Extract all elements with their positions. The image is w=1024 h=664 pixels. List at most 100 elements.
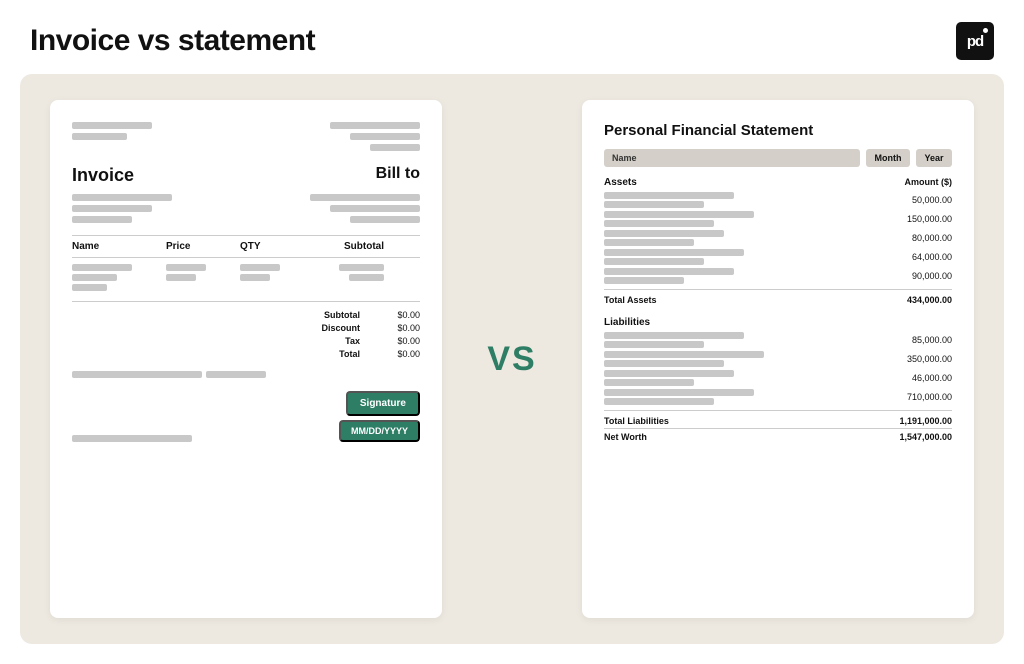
total-assets-row: Total Assets 434,000.00	[604, 289, 952, 305]
deco-line	[604, 249, 744, 256]
deco-line	[72, 122, 152, 129]
page-title: Invoice vs statement	[30, 24, 315, 58]
deco-line	[72, 274, 117, 281]
invoice-footer: Signature MM/DD/YYYY	[72, 371, 420, 442]
invoice-label: Invoice	[72, 165, 134, 186]
deco-line	[370, 144, 420, 151]
deco-line	[604, 230, 724, 237]
signature-area: Signature MM/DD/YYYY	[339, 387, 420, 442]
asset-row: 50,000.00	[604, 192, 952, 208]
deco-line	[349, 274, 384, 281]
table-row	[72, 264, 420, 291]
deco-line	[72, 205, 152, 212]
net-worth-row: Net Worth 1,547,000.00	[604, 428, 952, 442]
liability-row: 85,000.00	[604, 332, 952, 348]
total-label: Total	[310, 349, 360, 359]
asset-row: 150,000.00	[604, 211, 952, 227]
deco-line	[166, 264, 206, 271]
deco-line	[350, 216, 420, 223]
statement-header-row: Name Month Year	[604, 149, 952, 167]
deco-line	[604, 239, 694, 246]
subtotal-row: Subtotal $0.00	[72, 310, 420, 320]
bill-sub-info	[310, 194, 420, 223]
deco-line	[604, 370, 734, 377]
subtotal-value: $0.00	[380, 310, 420, 320]
invoice-sub-info	[72, 194, 172, 223]
total-assets-value: 434,000.00	[907, 295, 952, 305]
asset-row: 64,000.00	[604, 249, 952, 265]
total-liabilities-label: Total Liabilities	[604, 416, 669, 426]
liability-row: 350,000.00	[604, 351, 952, 367]
liabilities-title: Liabilities	[604, 317, 650, 328]
invoice-totals: Subtotal $0.00 Discount $0.00 Tax $0.00 …	[72, 301, 420, 359]
deco-line	[72, 264, 132, 271]
logo-text: pd	[967, 33, 983, 50]
statement-month-field[interactable]: Month	[866, 149, 910, 167]
assets-section-header: Assets Amount ($)	[604, 177, 952, 188]
discount-value: $0.00	[380, 323, 420, 333]
deco-line	[604, 351, 764, 358]
liability-value-1: 85,000.00	[912, 335, 952, 345]
total-assets-label: Total Assets	[604, 295, 657, 305]
page-header: Invoice vs statement pd	[0, 0, 1024, 74]
asset-value-2: 150,000.00	[907, 214, 952, 224]
deco-line	[604, 341, 704, 348]
deco-line	[240, 274, 270, 281]
deco-line	[330, 205, 420, 212]
deco-line	[604, 398, 714, 405]
deco-line	[72, 216, 132, 223]
deco-line	[604, 332, 744, 339]
bill-to-label: Bill to	[376, 165, 420, 183]
signature-button[interactable]: Signature	[346, 391, 420, 416]
discount-row: Discount $0.00	[72, 323, 420, 333]
total-liabilities-value: 1,191,000.00	[899, 416, 952, 426]
net-worth-label: Net Worth	[604, 432, 647, 442]
deco-line	[604, 277, 684, 284]
left-lines	[72, 122, 152, 151]
asset-value-4: 64,000.00	[912, 252, 952, 262]
deco-line	[604, 360, 724, 367]
deco-line	[604, 220, 714, 227]
col-subtotal: Subtotal	[304, 241, 384, 252]
deco-line	[604, 379, 694, 386]
liability-row: 46,000.00	[604, 370, 952, 386]
deco-line	[72, 284, 107, 291]
invoice-bill-row: Invoice Bill to	[72, 165, 420, 186]
asset-value-3: 80,000.00	[912, 233, 952, 243]
asset-value-1: 50,000.00	[912, 195, 952, 205]
deco-line	[604, 389, 754, 396]
liability-row: 710,000.00	[604, 389, 952, 405]
deco-line	[604, 201, 704, 208]
subtotal-label: Subtotal	[310, 310, 360, 320]
invoice-table-rows	[72, 264, 420, 291]
date-button[interactable]: MM/DD/YYYY	[339, 420, 420, 442]
asset-row: 90,000.00	[604, 268, 952, 284]
deco-line	[310, 194, 420, 201]
statement-year-field[interactable]: Year	[916, 149, 952, 167]
deco-line	[339, 264, 384, 271]
invoice-header-decoration	[72, 122, 420, 151]
assets-amount-header: Amount ($)	[905, 177, 953, 188]
deco-line	[72, 194, 172, 201]
invoice-card: Invoice Bill to Name Price QTY Subtotal	[50, 100, 442, 618]
deco-line	[604, 211, 754, 218]
liabilities-section-header: Liabilities	[604, 317, 952, 328]
deco-line	[240, 264, 280, 271]
deco-line	[604, 258, 704, 265]
statement-title: Personal Financial Statement	[604, 122, 952, 139]
statement-name-field[interactable]: Name	[604, 149, 860, 167]
logo-dot	[983, 28, 988, 33]
tax-row: Tax $0.00	[72, 336, 420, 346]
col-qty: QTY	[240, 241, 300, 252]
total-value: $0.00	[380, 349, 420, 359]
deco-line	[604, 268, 734, 275]
deco-line	[166, 274, 196, 281]
liabilities-rows: 85,000.00 350,000.00 46,000.00	[604, 332, 952, 405]
deco-line	[206, 371, 266, 378]
invoice-table-header: Name Price QTY Subtotal	[72, 235, 420, 258]
col-name: Name	[72, 241, 162, 252]
deco-line	[72, 371, 202, 378]
assets-title: Assets	[604, 177, 637, 188]
deco-line	[330, 122, 420, 129]
assets-rows: 50,000.00 150,000.00 80,000.00	[604, 192, 952, 284]
